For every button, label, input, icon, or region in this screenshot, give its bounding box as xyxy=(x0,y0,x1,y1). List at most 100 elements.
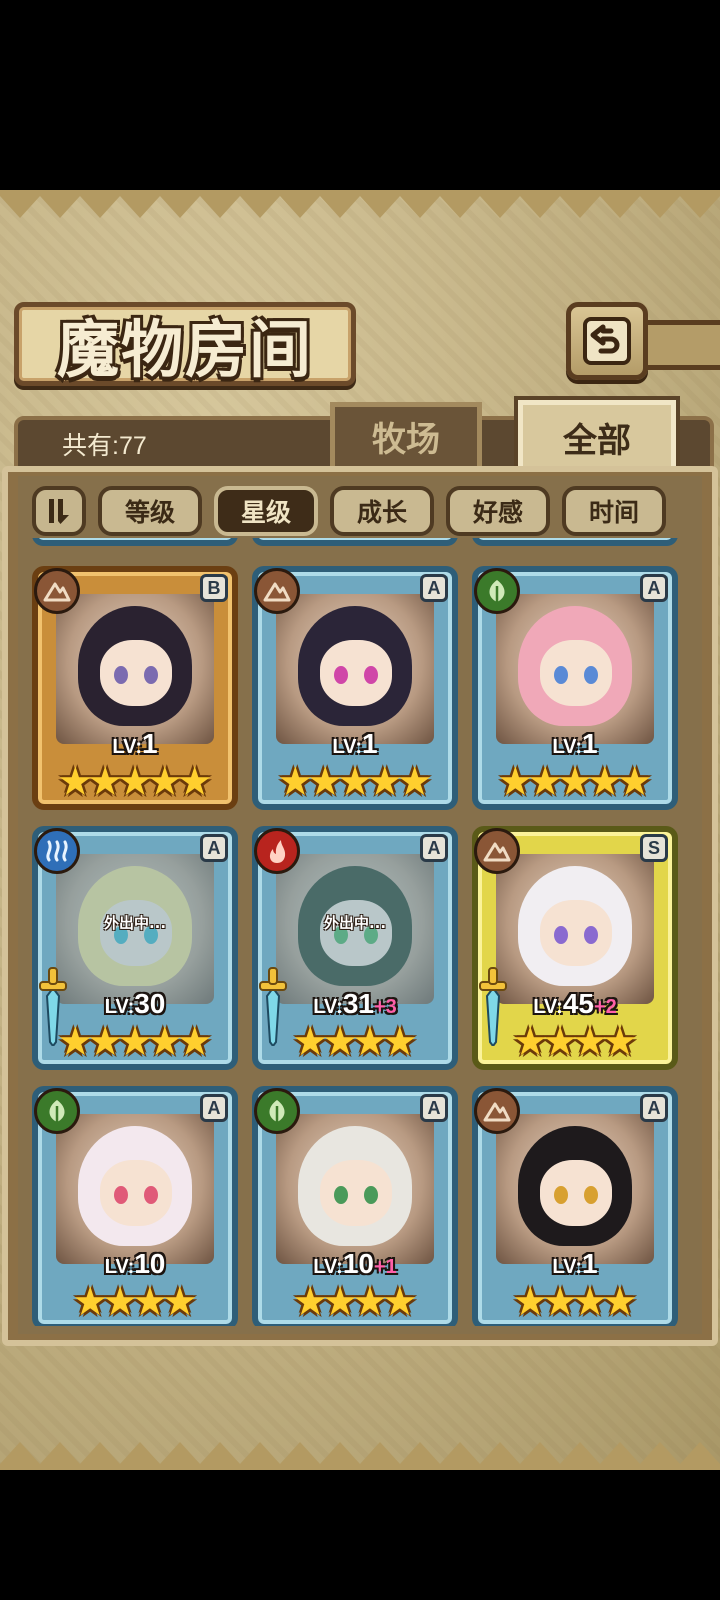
sort-bar: 等级 星级 成长 好感 时间 xyxy=(32,486,692,536)
game-screen: 魔物房间 共有:77 牧场 全部 等级 星级 成长 好感 时间 B LV:1 ★★ xyxy=(0,190,720,1470)
sort-affinity-button[interactable]: 好感 xyxy=(446,486,550,536)
monster-portrait xyxy=(496,594,654,744)
portrait-face xyxy=(540,1160,612,1226)
monster-count: 共有:77 xyxy=(62,432,147,460)
star-rating: ★★★★ xyxy=(32,1282,238,1322)
monster-level: LV:1 xyxy=(552,728,598,759)
portrait-eye xyxy=(584,1186,598,1204)
tab-all-label: 全部 xyxy=(563,420,631,461)
tab-all[interactable]: 全部 xyxy=(518,400,676,474)
sort-star-button[interactable]: 星级 xyxy=(214,486,318,536)
monster-portrait xyxy=(276,1114,434,1264)
element-mountain-icon xyxy=(34,568,80,614)
rank-badge: A xyxy=(640,1094,668,1122)
away-status: 外出中... xyxy=(323,914,387,932)
rank-badge: B xyxy=(200,574,228,602)
tab-pasture[interactable]: 牧场 xyxy=(330,402,482,466)
star-rating: ★★★★ xyxy=(252,1022,458,1062)
return-arrow-icon xyxy=(583,317,631,365)
portrait-face xyxy=(320,900,392,966)
element-leaf-icon xyxy=(474,568,520,614)
monster-card[interactable]: A 外出中... LV:31+3 ★★★★ xyxy=(252,826,458,1070)
card-frame xyxy=(252,538,458,546)
monster-level: LV:45+2 xyxy=(533,988,617,1019)
portrait-face xyxy=(100,640,172,706)
sort-time-button[interactable]: 时间 xyxy=(562,486,666,536)
monster-portrait xyxy=(496,854,654,1004)
sort-time-label: 时间 xyxy=(588,498,639,527)
monster-grid[interactable]: B LV:1 ★★★★★ A LV:1 ★★★★★ A LV:1 ★★★★★ A 外出中... LV:… xyxy=(30,538,690,1326)
monster-card-partial[interactable] xyxy=(252,538,458,546)
element-mountain-icon xyxy=(474,1088,520,1134)
monster-level: LV:1 xyxy=(332,728,378,759)
monster-card[interactable]: A LV:1 ★★★★ xyxy=(472,1086,678,1326)
star-icon: ★ xyxy=(381,1019,418,1065)
star-rating: ★★★★★ xyxy=(32,1022,238,1062)
rank-badge: A xyxy=(200,1094,228,1122)
star-icon: ★ xyxy=(616,759,653,805)
sort-star-label: 星级 xyxy=(240,498,291,527)
rank-badge: A xyxy=(420,574,448,602)
rank-badge: A xyxy=(420,834,448,862)
monster-level: LV:10+1 xyxy=(313,1248,397,1279)
monster-card[interactable]: A LV:10 ★★★★ xyxy=(32,1086,238,1326)
portrait-eye xyxy=(334,1186,348,1204)
monster-card-partial[interactable] xyxy=(472,538,678,546)
monster-level: LV:1 xyxy=(552,1248,598,1279)
star-icon: ★ xyxy=(601,1019,638,1065)
monster-card[interactable]: A LV:10+1 ★★★★ xyxy=(252,1086,458,1326)
portrait-eye xyxy=(334,666,348,684)
star-rating: ★★★★★ xyxy=(32,762,238,802)
zigzag-border-top xyxy=(0,190,720,218)
title-plate: 魔物房间 xyxy=(14,302,356,386)
star-icon: ★ xyxy=(601,1279,638,1325)
star-icon: ★ xyxy=(161,1279,198,1325)
monster-level: LV:10 xyxy=(104,1248,166,1279)
rank-badge: S xyxy=(640,834,668,862)
portrait-eye xyxy=(114,666,128,684)
monster-portrait xyxy=(276,594,434,744)
sort-growth-button[interactable]: 成长 xyxy=(330,486,434,536)
monster-portrait xyxy=(496,1114,654,1264)
portrait-eye xyxy=(554,666,568,684)
monster-card[interactable]: A 外出中... LV:30 ★★★★★ xyxy=(32,826,238,1070)
back-button-rail xyxy=(640,320,720,370)
element-leaf-icon xyxy=(254,1088,300,1134)
monster-level: LV:1 xyxy=(112,728,158,759)
sort-order-icon xyxy=(49,499,69,524)
star-rating: ★★★★ xyxy=(472,1282,678,1322)
card-frame xyxy=(32,538,238,546)
star-rating: ★★★★★ xyxy=(252,762,458,802)
portrait-eye xyxy=(144,666,158,684)
portrait-face xyxy=(540,640,612,706)
star-icon: ★ xyxy=(176,759,213,805)
sort-growth-label: 成长 xyxy=(356,498,407,527)
monster-card[interactable]: S LV:45+2 ★★★★ xyxy=(472,826,678,1070)
monster-card[interactable]: A LV:1 ★★★★★ xyxy=(472,566,678,810)
element-water-icon xyxy=(34,828,80,874)
monster-card[interactable]: B LV:1 ★★★★★ xyxy=(32,566,238,810)
monster-portrait xyxy=(56,1114,214,1264)
element-mountain-icon xyxy=(254,568,300,614)
monster-level: LV:30 xyxy=(104,988,166,1019)
portrait-eye xyxy=(554,926,568,944)
rank-badge: A xyxy=(420,1094,448,1122)
page-title: 魔物房间 xyxy=(56,313,313,386)
card-frame xyxy=(472,538,678,546)
back-button[interactable] xyxy=(566,302,648,380)
star-icon: ★ xyxy=(381,1279,418,1325)
portrait-face xyxy=(100,1160,172,1226)
sort-level-button[interactable]: 等级 xyxy=(98,486,202,536)
portrait-eye xyxy=(554,1186,568,1204)
sort-affinity-label: 好感 xyxy=(472,498,523,527)
portrait-eye xyxy=(584,666,598,684)
sort-order-toggle[interactable] xyxy=(32,486,86,536)
monster-card[interactable]: A LV:1 ★★★★★ xyxy=(252,566,458,810)
element-mountain-icon xyxy=(474,828,520,874)
tab-pasture-label: 牧场 xyxy=(372,420,440,460)
monster-card-partial[interactable] xyxy=(32,538,238,546)
portrait-face xyxy=(320,640,392,706)
portrait-eye xyxy=(364,1186,378,1204)
star-rating: ★★★★★ xyxy=(472,762,678,802)
rank-badge: A xyxy=(640,574,668,602)
